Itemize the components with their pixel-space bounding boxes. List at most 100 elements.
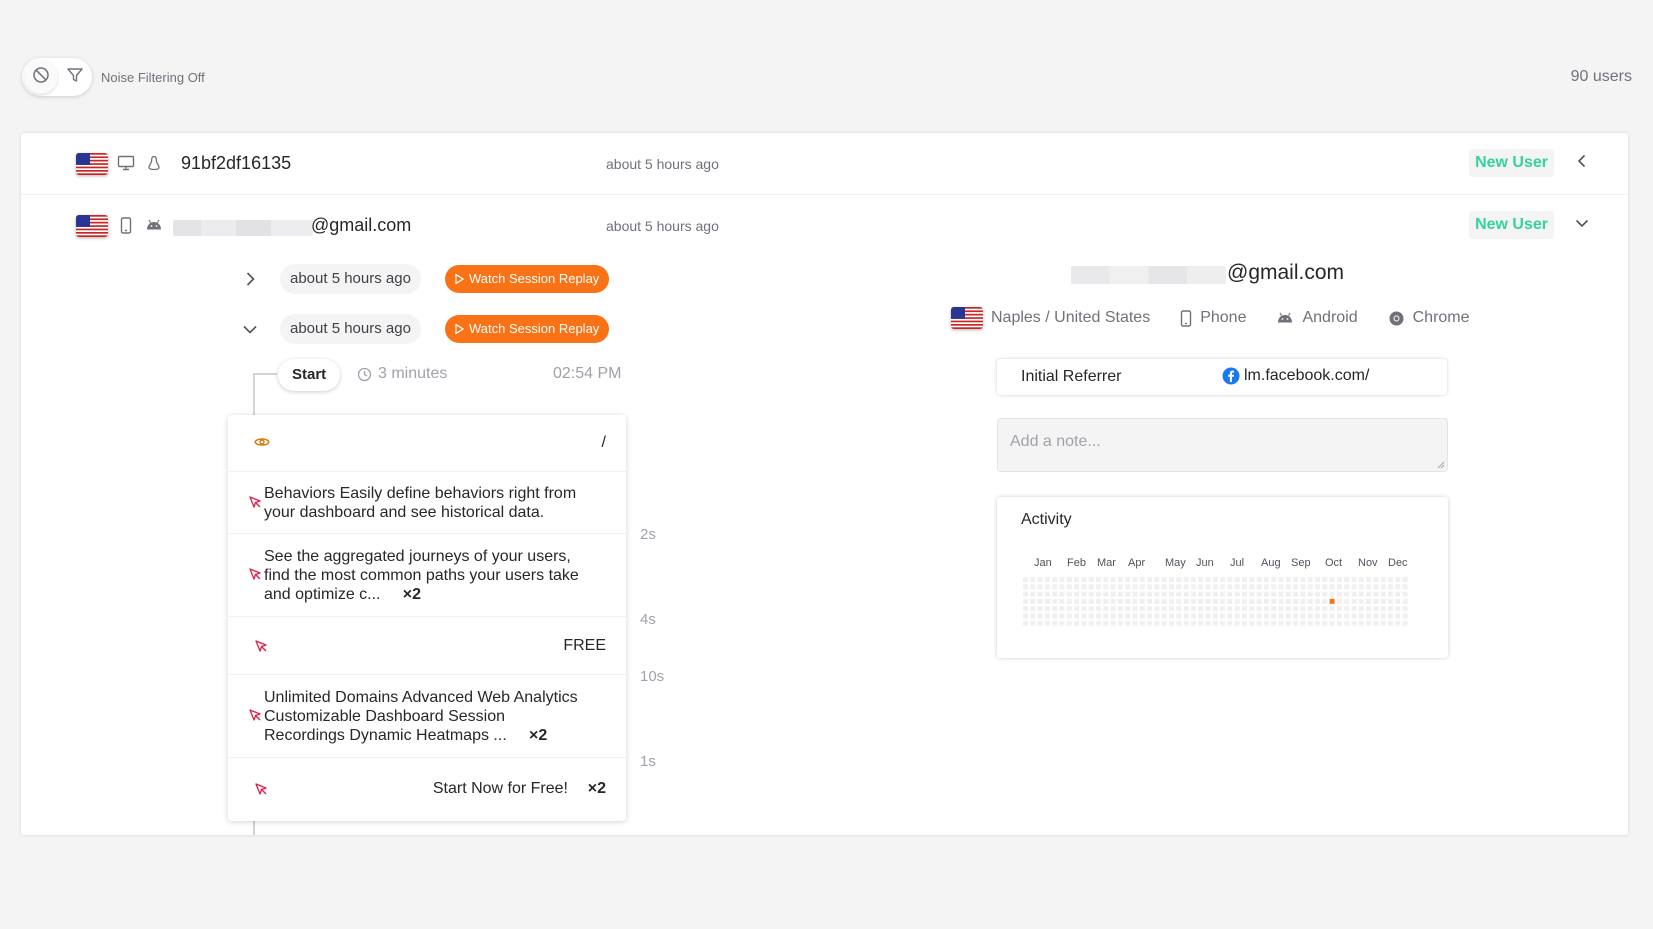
activity-cell [1044, 598, 1050, 604]
activity-cell [1023, 620, 1028, 626]
activity-cell [1125, 577, 1131, 582]
activity-cell [1300, 606, 1306, 612]
activity-cell [1227, 598, 1233, 604]
referrer-value[interactable]: lm.facebook.com/ [1222, 367, 1369, 385]
clock-icon [357, 367, 372, 381]
activity-cell [1293, 598, 1299, 604]
us-flag-icon [76, 153, 108, 175]
event-click[interactable]: See the aggregated journeys of your user… [228, 534, 626, 617]
referrer-url: lm.facebook.com/ [1244, 367, 1370, 384]
activity-cell [1205, 577, 1211, 582]
activity-cell [1190, 577, 1196, 582]
activity-cell [1110, 591, 1116, 597]
activity-cell [1358, 620, 1364, 626]
activity-cell [1315, 584, 1320, 590]
activity-cell [1161, 620, 1167, 626]
chevron-left-icon[interactable] [1574, 153, 1590, 169]
event-click[interactable]: FREE [228, 617, 626, 675]
activity-cell [1220, 577, 1226, 582]
activity-cell [1336, 613, 1342, 619]
event-text: Start Now for Free! [432, 780, 568, 797]
activity-cell [1373, 606, 1379, 612]
month-label: Jun [1196, 557, 1214, 569]
activity-cell [1183, 598, 1189, 604]
activity-cell [1030, 577, 1036, 582]
chevron-down-icon[interactable] [1574, 215, 1590, 231]
us-flag-icon [76, 215, 108, 237]
activity-cell [1256, 606, 1262, 612]
chevron-down-icon[interactable] [241, 320, 259, 338]
linux-icon [147, 155, 161, 171]
activity-cell [1322, 577, 1328, 582]
activity-title: Activity [1021, 511, 1072, 528]
activity-cell [1190, 606, 1196, 612]
session-row-expanded[interactable]: about 5 hours ago Watch Session Replay [21, 314, 721, 344]
event-click[interactable]: Behaviors Easily define behaviors right … [228, 472, 626, 534]
activity-cell [1336, 584, 1342, 590]
event-text: See the aggregated journeys of your user… [264, 548, 579, 603]
activity-cell [1132, 598, 1138, 604]
timeline-branch [253, 373, 277, 375]
session-row[interactable]: about 5 hours ago Watch Session Replay [21, 264, 721, 294]
event-click[interactable]: Unlimited Domains Advanced Web Analytics… [228, 675, 626, 758]
activity-cell [1402, 584, 1408, 590]
user-row[interactable]: 91bf2df16135 about 5 hours ago New User [21, 133, 1628, 195]
month-label: Aug [1261, 557, 1281, 569]
activity-cell [1358, 591, 1364, 597]
user-row-expanded[interactable]: @gmail.com about 5 hours ago New User [21, 195, 1628, 257]
activity-cell [1344, 613, 1350, 619]
activity-cell [1030, 606, 1036, 612]
activity-cell [1183, 577, 1189, 582]
activity-cell [1344, 577, 1350, 582]
activity-cell [1271, 577, 1277, 582]
activity-cell [1336, 620, 1342, 626]
watch-label: Watch Session Replay [469, 321, 600, 336]
activity-cell [1205, 591, 1211, 597]
activity-cell [1044, 591, 1050, 597]
activity-cell [1358, 613, 1364, 619]
activity-cell [1336, 598, 1342, 604]
desktop-icon [117, 155, 135, 171]
activity-cell [1117, 606, 1123, 612]
activity-cell [1074, 613, 1080, 619]
noise-filter-button[interactable] [58, 60, 92, 94]
activity-cell [1285, 620, 1291, 626]
activity-cell [1249, 598, 1255, 604]
activity-cell [1329, 620, 1335, 626]
session-duration: 3 minutes [357, 365, 447, 383]
activity-cell [1380, 606, 1386, 612]
activity-cell [1380, 577, 1386, 582]
activity-cell [1307, 591, 1313, 597]
activity-cell [1176, 613, 1182, 619]
activity-cell [1300, 613, 1306, 619]
activity-cell [1096, 606, 1101, 612]
activity-cell [1212, 620, 1218, 626]
activity-cell [1256, 577, 1262, 582]
note-input[interactable] [997, 418, 1448, 472]
activity-cell [1125, 620, 1131, 626]
activity-cell [1395, 591, 1401, 597]
watch-session-replay-button[interactable]: Watch Session Replay [445, 265, 610, 293]
watch-session-replay-button[interactable]: Watch Session Replay [445, 315, 610, 343]
activity-cell [1344, 598, 1350, 604]
event-click[interactable]: Start Now for Free! ×2 [228, 758, 626, 821]
noise-off-button[interactable] [24, 60, 58, 94]
event-pageview[interactable]: / [228, 415, 626, 472]
activity-cell [1271, 591, 1277, 597]
activity-cell [1293, 613, 1299, 619]
activity-cell [1037, 598, 1043, 604]
activity-cell [1139, 584, 1145, 590]
cursor-click-icon [254, 782, 268, 796]
activity-cell [1059, 584, 1065, 590]
activity-cell [1110, 620, 1116, 626]
activity-cell [1329, 584, 1335, 590]
profile-browser: Chrome [1412, 309, 1470, 326]
activity-cell [1190, 584, 1196, 590]
chevron-right-icon[interactable] [241, 270, 259, 288]
activity-cell [1242, 598, 1247, 604]
activity-cell [1351, 584, 1357, 590]
profile-os: Android [1302, 309, 1358, 326]
activity-cell [1161, 613, 1167, 619]
activity-cell [1147, 591, 1153, 597]
resize-handle-icon[interactable] [1436, 460, 1445, 469]
